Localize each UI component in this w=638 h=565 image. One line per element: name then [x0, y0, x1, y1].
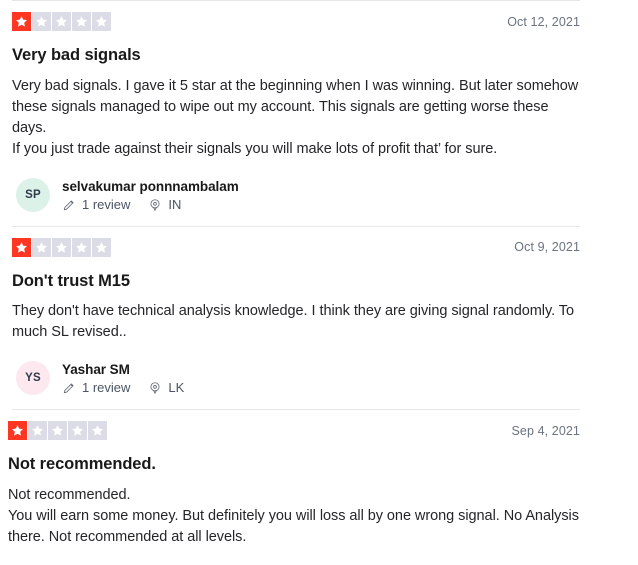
review-card: Oct 9, 2021 Don't trust M15 They don't h…: [0, 227, 638, 410]
author-meta: 1 review LK: [62, 381, 184, 395]
country-item: IN: [148, 196, 182, 212]
author-name[interactable]: selvakumar ponnnambalam: [62, 178, 239, 195]
author-name[interactable]: Yashar SM: [62, 361, 184, 378]
star-icon: [68, 421, 87, 441]
star-icon: [8, 421, 27, 441]
pencil-icon: [62, 381, 76, 395]
review-count-label: 1 review: [82, 380, 131, 396]
review-date: Sep 4, 2021: [511, 423, 580, 438]
star-icon: [32, 12, 51, 31]
review-date: Oct 9, 2021: [514, 240, 580, 255]
review-date: Oct 12, 2021: [507, 14, 580, 29]
location-pin-icon: [148, 198, 162, 212]
review-title[interactable]: Very bad signals: [12, 45, 580, 66]
star-icon: [28, 421, 47, 441]
review-header: Oct 9, 2021: [12, 227, 580, 257]
review-card: Oct 12, 2021 Very bad signals Very bad s…: [0, 1, 638, 226]
country-label: LK: [168, 380, 185, 396]
review-body: Very bad signals. I gave it 5 star at th…: [12, 77, 579, 157]
star-icon: [12, 12, 31, 31]
star-icon: [72, 237, 91, 257]
review-count-item: 1 review: [62, 196, 131, 212]
star-rating: [8, 421, 107, 441]
star-icon: [92, 237, 111, 257]
review-card: Sep 4, 2021 Not recommended. Not recomme…: [0, 410, 638, 548]
star-icon: [48, 421, 67, 441]
country-label: IN: [168, 196, 182, 212]
author-info: Yashar SM 1 review LK: [62, 361, 184, 395]
review-author[interactable]: YS Yashar SM 1 review LK: [12, 361, 580, 409]
review-header: Oct 12, 2021: [12, 1, 580, 31]
review-count-label: 1 review: [82, 196, 131, 212]
review-title[interactable]: Don't trust M15: [12, 271, 580, 292]
star-icon: [92, 12, 111, 31]
avatar: YS: [16, 361, 50, 396]
reviews-list: Oct 12, 2021 Very bad signals Very bad s…: [0, 0, 638, 565]
location-pin-icon: [148, 381, 162, 395]
review-body: They don't have technical analysis knowl…: [12, 303, 574, 341]
author-info: selvakumar ponnnambalam 1 review IN: [62, 178, 239, 212]
country-item: LK: [148, 381, 184, 395]
star-icon: [32, 237, 51, 257]
avatar: SP: [16, 177, 50, 212]
star-rating: [12, 12, 111, 31]
review-count-item: 1 review: [62, 381, 130, 395]
star-icon: [52, 12, 71, 31]
star-icon: [72, 12, 91, 31]
star-icon: [88, 421, 107, 441]
review-author[interactable]: SP selvakumar ponnnambalam 1 review IN: [12, 177, 580, 226]
author-meta: 1 review IN: [62, 196, 239, 212]
pencil-icon: [62, 198, 76, 212]
review-body: Not recommended. You will earn some mone…: [8, 486, 579, 545]
review-header: Sep 4, 2021: [8, 410, 580, 441]
review-title[interactable]: Not recommended.: [8, 454, 580, 475]
star-rating: [12, 237, 111, 257]
star-icon: [52, 237, 71, 257]
star-icon: [12, 237, 31, 257]
